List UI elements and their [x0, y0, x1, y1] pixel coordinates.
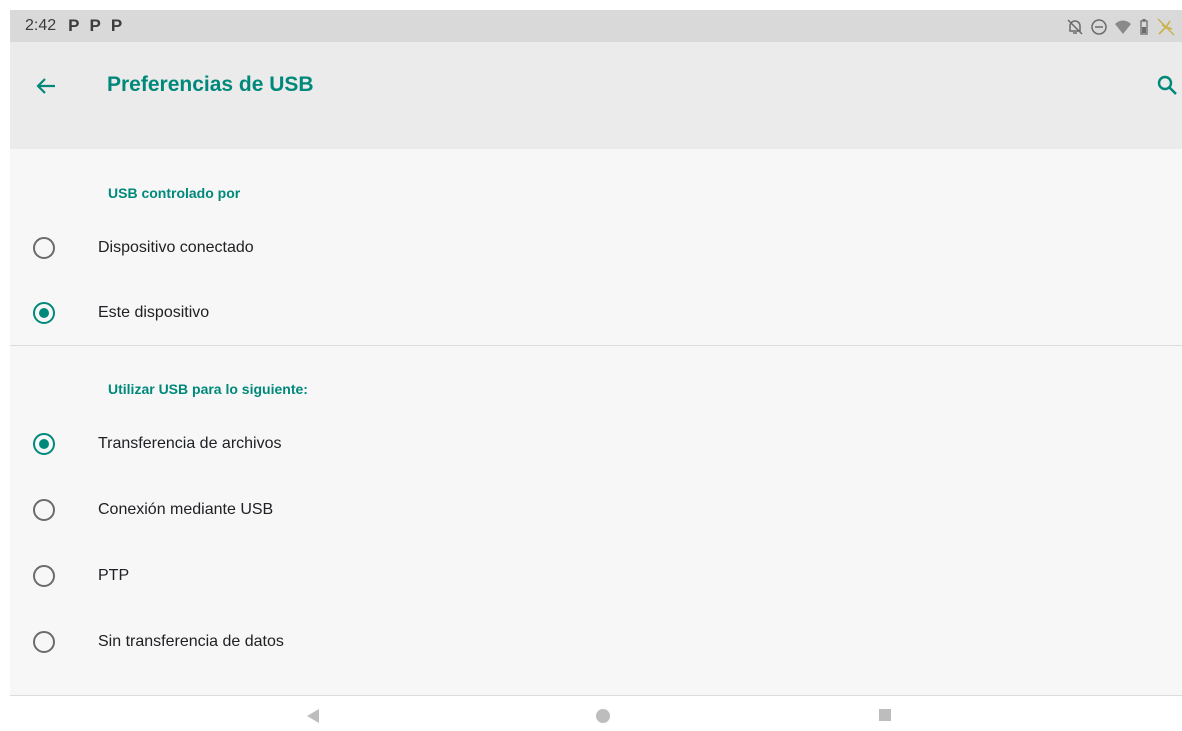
radio-unchecked[interactable] — [33, 499, 55, 521]
option-label: Sin transferencia de datos — [98, 633, 284, 650]
status-bar: 2:42 P P P — [10, 10, 1182, 42]
recents-square-icon[interactable] — [878, 708, 892, 722]
alarm-off-icon — [1067, 19, 1083, 35]
notification-p-icon: P — [89, 16, 101, 35]
dnd-icon — [1091, 19, 1107, 35]
radio-checked[interactable] — [33, 433, 55, 455]
option-label: Dispositivo conectado — [98, 239, 254, 256]
option-this-device[interactable]: Este dispositivo — [10, 283, 1182, 343]
option-label: Conexión mediante USB — [98, 501, 274, 518]
page-title: Preferencias de USB — [107, 73, 314, 96]
usb-preferences-screen: 2:42 P P P Preferencias de USB USB contr… — [10, 10, 1182, 731]
wifi-icon — [1115, 20, 1131, 34]
option-connected-device[interactable]: Dispositivo conectado — [10, 218, 1182, 278]
arrow-back-icon — [36, 78, 55, 94]
section-header-usb-controlled: USB controlado por — [108, 185, 241, 201]
radio-unchecked[interactable] — [33, 237, 55, 259]
search-button[interactable] — [1152, 70, 1182, 100]
back-triangle-icon[interactable] — [306, 708, 320, 724]
radio-unchecked[interactable] — [33, 631, 55, 653]
option-no-data-transfer[interactable]: Sin transferencia de datos — [10, 612, 1182, 672]
option-label: Transferencia de archivos — [98, 435, 282, 452]
option-ptp[interactable]: PTP — [10, 546, 1182, 606]
option-label: Este dispositivo — [98, 304, 210, 321]
notification-p-icon: P — [110, 16, 123, 35]
battery-icon — [1140, 19, 1148, 35]
notification-icons: P P P — [68, 16, 122, 36]
option-label: PTP — [98, 567, 130, 584]
back-button[interactable] — [32, 72, 60, 100]
navigation-bar — [10, 696, 1182, 731]
section-header-usb-usage: Utilizar USB para lo siguiente: — [108, 381, 308, 397]
status-time: 2:42 — [25, 17, 57, 34]
option-file-transfer[interactable]: Transferencia de archivos — [10, 414, 1182, 474]
home-circle-icon[interactable] — [595, 708, 611, 724]
radio-checked[interactable] — [33, 302, 55, 324]
search-icon — [1157, 75, 1177, 95]
system-status-icons — [1066, 17, 1176, 37]
app-bar: Preferencias de USB — [10, 42, 1182, 149]
usb-debug-icon — [1157, 18, 1175, 36]
radio-unchecked[interactable] — [33, 565, 55, 587]
section-divider — [10, 345, 1182, 346]
option-usb-tethering[interactable]: Conexión mediante USB — [10, 480, 1182, 540]
notification-p-icon: P — [68, 16, 80, 35]
